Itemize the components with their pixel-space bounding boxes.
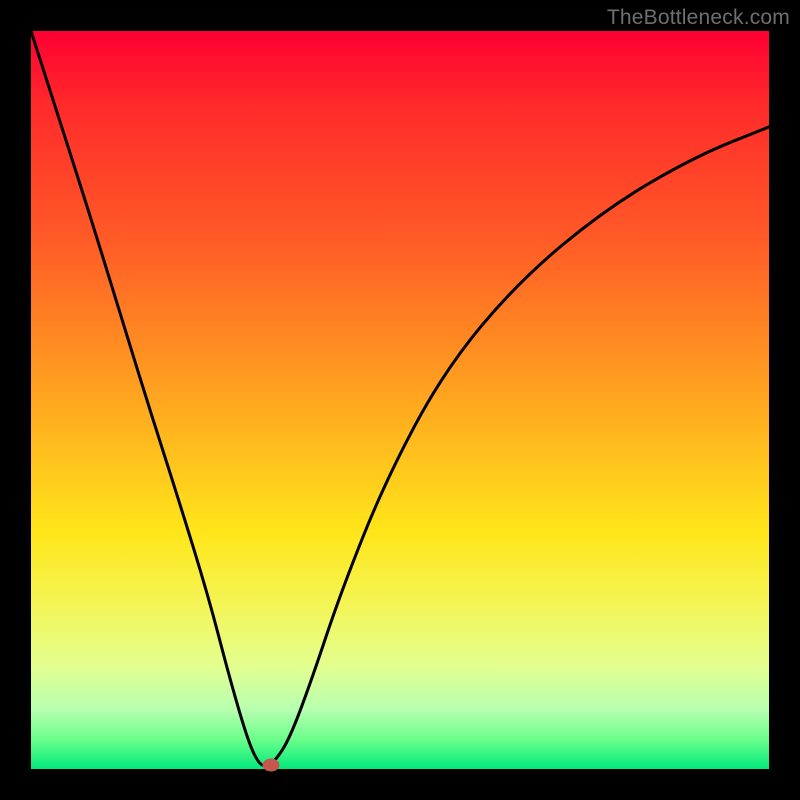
min-marker <box>262 759 279 772</box>
bottleneck-curve <box>31 31 769 769</box>
curve-path <box>31 31 769 765</box>
plot-area <box>31 31 769 769</box>
chart-frame: TheBottleneck.com <box>0 0 800 800</box>
watermark-text: TheBottleneck.com <box>607 6 790 30</box>
